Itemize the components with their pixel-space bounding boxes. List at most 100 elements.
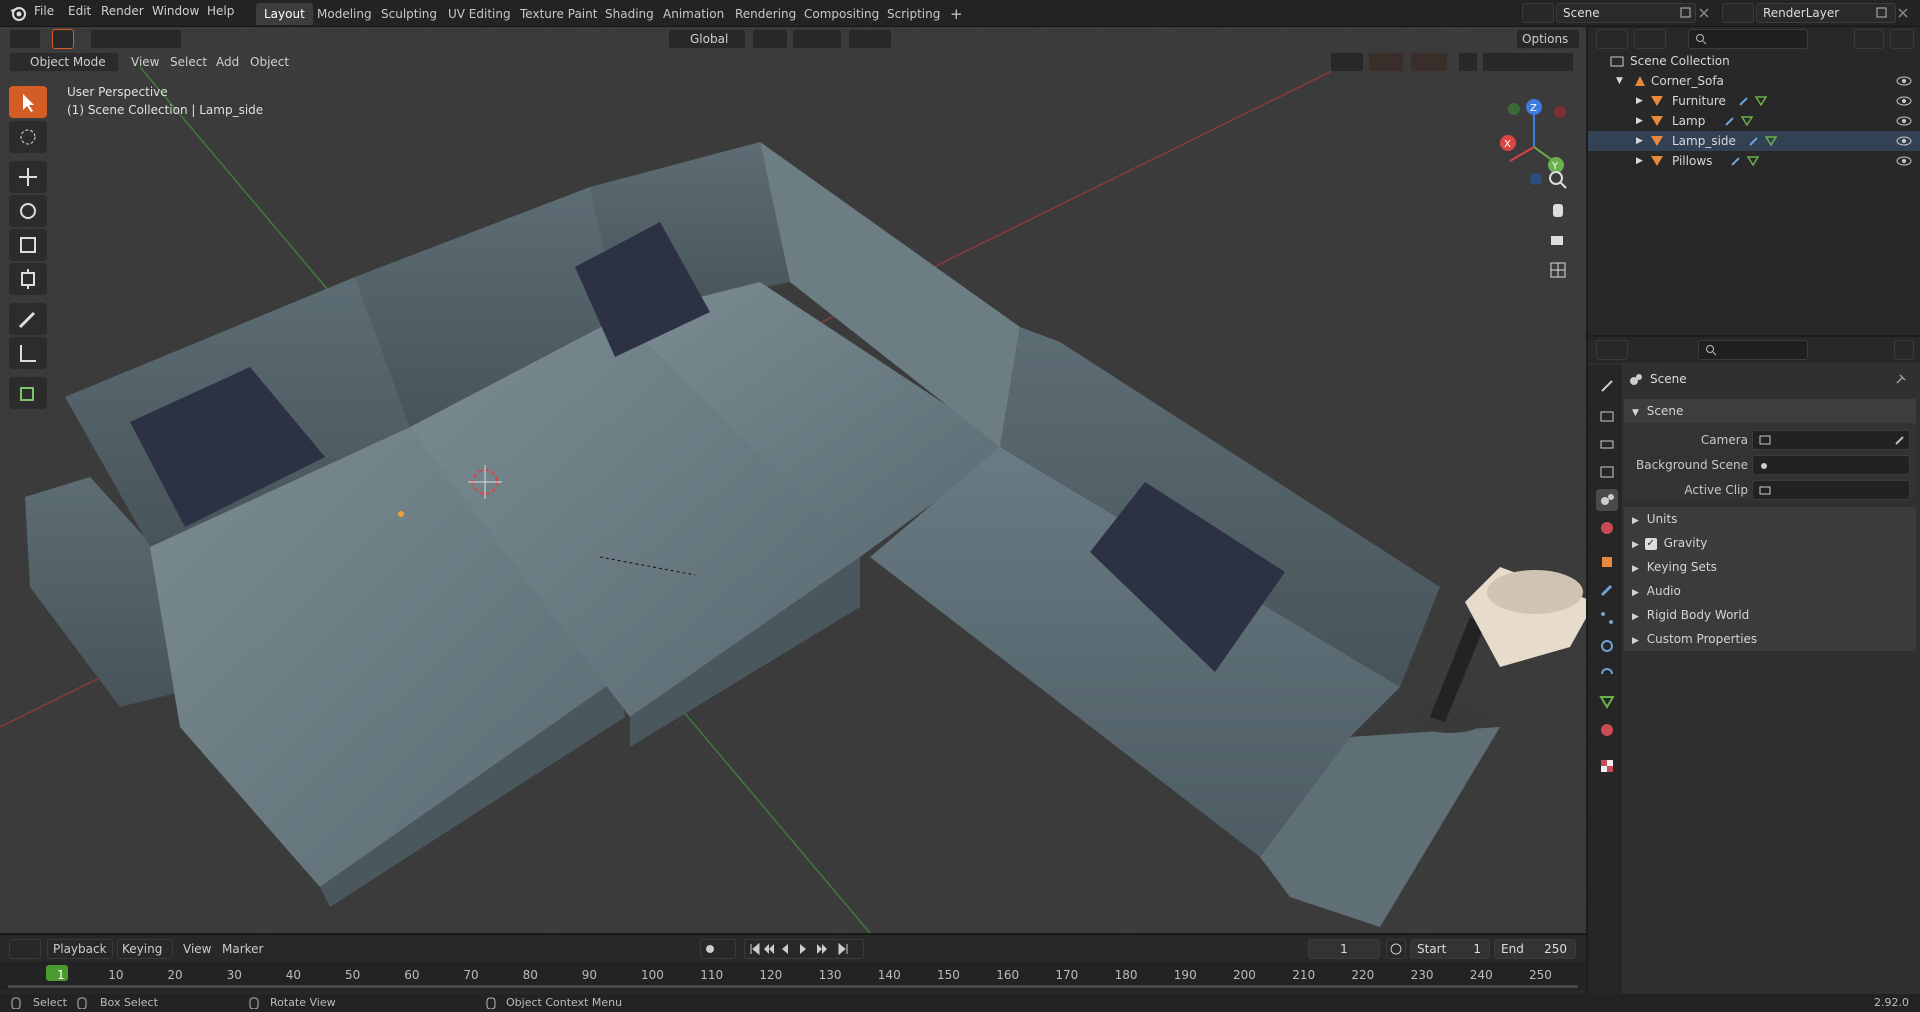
copy-scene-icon[interactable] (1680, 7, 1692, 19)
tab-uv-editing[interactable]: UV Editing (440, 3, 519, 25)
properties-search-input[interactable] (1698, 340, 1808, 360)
timeline-editor-type[interactable] (9, 939, 41, 959)
particles-tab[interactable] (1596, 607, 1618, 629)
gravity-panel[interactable]: ▶ ✓ Gravity (1624, 531, 1916, 555)
zoom-button[interactable] (1545, 167, 1571, 193)
data-tab[interactable] (1596, 691, 1618, 713)
camera-field[interactable] (1752, 430, 1910, 450)
view-layer-tab[interactable] (1596, 461, 1618, 483)
proportional-edit-button[interactable] (848, 29, 892, 49)
camera-view-button[interactable] (1545, 227, 1571, 253)
move-tool[interactable] (9, 161, 47, 193)
menu-view[interactable]: View (131, 52, 159, 72)
3d-viewport[interactable]: Z X Y Object Mode View Select Add Object… (0, 27, 1586, 933)
close-icon[interactable] (1698, 7, 1710, 19)
end-frame-field[interactable]: End 250 (1494, 939, 1576, 959)
outliner-editor-type[interactable] (1596, 29, 1628, 49)
menu-edit[interactable]: Edit (68, 4, 91, 18)
gravity-checkbox[interactable]: ✓ (1644, 537, 1657, 550)
expand-arrow-icon[interactable]: ▶ (1636, 111, 1643, 131)
texture-tab[interactable] (1596, 755, 1618, 777)
snap-dropdown[interactable] (792, 29, 842, 49)
use-preview-range-toggle[interactable] (1386, 939, 1406, 959)
view-layer-name-field[interactable]: RenderLayer (1756, 3, 1896, 23)
auto-keying-toggle[interactable] (700, 939, 736, 959)
editor-type-button[interactable] (9, 29, 41, 49)
material-tab[interactable] (1596, 719, 1618, 741)
transform-tool[interactable] (9, 263, 47, 295)
menu-render[interactable]: Render (101, 4, 144, 18)
current-frame-field[interactable]: 1 (1308, 939, 1380, 959)
outliner-search-input[interactable] (1688, 29, 1808, 49)
close-icon[interactable] (1897, 7, 1909, 19)
active-clip-field[interactable] (1752, 480, 1910, 500)
physics-tab[interactable] (1596, 635, 1618, 657)
annotate-tool[interactable] (9, 303, 47, 335)
outliner-row-lamp-side[interactable]: ▶ Lamp_side (1588, 131, 1920, 151)
scale-tool[interactable] (9, 229, 47, 261)
eye-icon[interactable] (1896, 75, 1912, 87)
scene-selector-button[interactable] (1522, 3, 1554, 23)
timeline-menu-view[interactable]: View (183, 942, 211, 956)
tab-layout[interactable]: Layout (256, 3, 313, 25)
xray-toggle[interactable] (1458, 52, 1478, 72)
selection-mode-buttons[interactable] (90, 29, 182, 49)
properties-editor-type[interactable] (1596, 340, 1628, 360)
visibility-dropdown[interactable] (1330, 52, 1364, 72)
eye-icon[interactable] (1896, 135, 1912, 147)
menu-select[interactable]: Select (170, 52, 207, 72)
menu-add[interactable]: Add (216, 52, 239, 72)
add-workspace-button[interactable]: + (942, 3, 971, 25)
overlay-toggle[interactable] (1410, 52, 1448, 72)
eye-icon[interactable] (1896, 155, 1912, 167)
render-tab[interactable] (1596, 405, 1618, 427)
tab-compositing[interactable]: Compositing (796, 3, 887, 25)
add-cube-tool[interactable] (9, 377, 47, 409)
tab-rendering[interactable]: Rendering (727, 3, 804, 25)
outliner-row-corner-sofa[interactable]: ▼ Corner_Sofa (1588, 71, 1920, 91)
pivot-point-dropdown[interactable] (752, 29, 788, 49)
tab-sculpting[interactable]: Sculpting (373, 3, 445, 25)
pin-icon[interactable] (1894, 372, 1908, 386)
expand-arrow-icon[interactable]: ▶ (1636, 151, 1643, 171)
modifier-tab[interactable] (1596, 579, 1618, 601)
tool-tab[interactable] (1596, 375, 1618, 397)
playback-controls[interactable] (744, 939, 864, 959)
scene-panel-header[interactable]: ▼ Scene (1624, 399, 1916, 423)
tab-texture-paint[interactable]: Texture Paint (512, 3, 605, 25)
tab-animation[interactable]: Animation (655, 3, 732, 25)
menu-object[interactable]: Object (250, 52, 289, 72)
outliner-row-scene-collection[interactable]: Scene Collection (1588, 51, 1920, 71)
eye-icon[interactable] (1896, 115, 1912, 127)
view-layer-selector-button[interactable] (1722, 3, 1754, 23)
eyedropper-icon[interactable] (1894, 434, 1906, 446)
constraints-tab[interactable] (1596, 663, 1618, 685)
custom-properties-panel[interactable]: ▶ Custom Properties (1624, 627, 1916, 651)
rotate-tool[interactable] (9, 195, 47, 227)
timeline-scrollbar[interactable] (8, 985, 1578, 988)
expand-arrow-icon[interactable]: ▶ (1636, 91, 1643, 111)
select-box-tool[interactable] (9, 86, 47, 118)
rigid-body-world-panel[interactable]: ▶ Rigid Body World (1624, 603, 1916, 627)
audio-panel[interactable]: ▶ Audio (1624, 579, 1916, 603)
world-tab[interactable] (1596, 517, 1618, 539)
menu-window[interactable]: Window (152, 4, 199, 18)
blender-logo-icon[interactable] (9, 4, 27, 22)
pan-button[interactable] (1545, 197, 1571, 223)
output-tab[interactable] (1596, 433, 1618, 455)
tab-scripting[interactable]: Scripting (879, 3, 948, 25)
tab-shading[interactable]: Shading (597, 3, 662, 25)
eye-icon[interactable] (1896, 95, 1912, 107)
outliner-row-furniture[interactable]: ▶ Furniture (1588, 91, 1920, 111)
filter-dropdown[interactable] (1854, 29, 1884, 49)
display-mode-dropdown[interactable] (1634, 29, 1666, 49)
scene-tab[interactable] (1596, 489, 1618, 511)
shading-mode-buttons[interactable] (1482, 52, 1574, 72)
ortho-toggle-button[interactable] (1545, 257, 1571, 283)
timeline-menu-marker[interactable]: Marker (222, 942, 263, 956)
new-collection-button[interactable] (1890, 29, 1914, 49)
keying-sets-panel[interactable]: ▶ Keying Sets (1624, 555, 1916, 579)
expand-arrow-icon[interactable]: ▼ (1616, 71, 1623, 91)
copy-layer-icon[interactable] (1876, 7, 1888, 19)
cursor-tool[interactable] (9, 121, 47, 153)
